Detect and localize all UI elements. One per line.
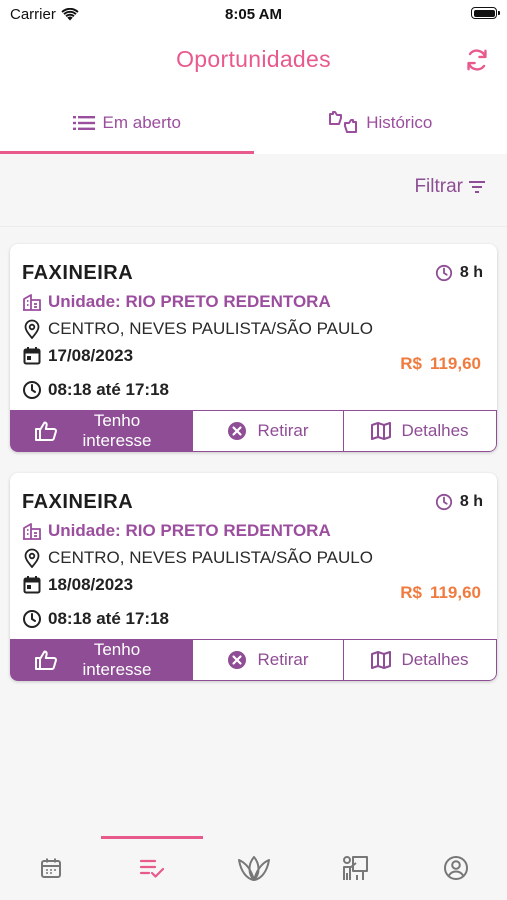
details-button[interactable]: Detalhes [344,410,497,452]
price: R$ 119,60 [400,583,481,603]
time-row: 08:18 até 17:18 [22,380,483,400]
tab-historico-label: Histórico [366,113,433,132]
thumbs-up-icon [35,650,57,670]
calendar-icon [23,347,41,365]
date-text: 18/08/2023 [48,575,134,594]
tab-bar: Em aberto Histórico [0,92,507,154]
filter-bar: Filtrar [0,154,507,227]
opportunity-card: FAXINEIRA 8 h Unidade: RIO PRETO REDENTO… [10,473,497,681]
status-bar: Carrier 8:05 AM [0,0,507,28]
interest-label: Tenho interesse [82,411,152,450]
clock: 8:05 AM [225,6,282,23]
details-button[interactable]: Detalhes [344,639,497,681]
tab-em-aberto-label: Em aberto [102,113,181,132]
card-actions: Tenho interesse Retirar Detalhes [10,639,497,681]
clock-icon [435,493,452,511]
nav-item-opportunities[interactable] [101,836,204,900]
map-icon [371,651,392,669]
details-label: Detalhes [401,650,469,669]
nav-item-calendar[interactable] [0,836,101,900]
duration: 8 h [435,493,483,511]
location-text: CENTRO, NEVES PAULISTA/SÃO PAULO [48,548,373,567]
location-pin-icon [24,319,40,339]
card-body: FAXINEIRA 8 h Unidade: RIO PRETO REDENTO… [10,244,497,410]
building-icon [23,523,41,540]
card-body: FAXINEIRA 8 h Unidade: RIO PRETO REDENTO… [10,473,497,639]
clock-icon [23,610,41,628]
remove-button[interactable]: Retirar [192,410,344,452]
calendar-icon [23,576,41,594]
duration-label: 8 h [459,264,483,281]
map-icon [371,422,392,440]
details-label: Detalhes [401,421,469,440]
time-text: 08:18 até 17:18 [48,609,169,628]
price-currency: R$ [400,583,422,602]
filter-icon [469,181,485,193]
battery-icon [471,7,500,19]
lotus-icon [237,856,270,881]
nav-item-training[interactable] [304,836,405,900]
interest-button[interactable]: Tenho interesse [10,410,192,452]
app-header: Oportunidades [0,28,507,92]
price: R$ 119,60 [400,354,481,374]
opportunity-list: FAXINEIRA 8 h Unidade: RIO PRETO REDENTO… [0,227,507,681]
handshake-icon [329,111,358,133]
job-title: FAXINEIRA [22,491,134,513]
list-icon [72,116,95,130]
duration-label: 8 h [459,493,483,510]
bottom-nav [0,836,507,900]
tab-em-aberto[interactable]: Em aberto [0,92,254,154]
job-title: FAXINEIRA [22,262,134,284]
thumbs-up-icon [35,421,57,441]
price-amount: 119,60 [429,354,481,373]
price-amount: 119,60 [429,583,481,602]
unit-row: Unidade: RIO PRETO REDENTORA [22,521,483,541]
location-row: CENTRO, NEVES PAULISTA/SÃO PAULO [22,319,483,339]
building-icon [23,294,41,311]
presenter-icon [342,856,368,880]
clock-icon [23,381,41,399]
close-circle-icon [228,422,247,440]
nav-item-lotus[interactable] [203,836,304,900]
profile-icon [444,856,469,880]
location-text: CENTRO, NEVES PAULISTA/SÃO PAULO [48,319,373,338]
remove-button[interactable]: Retirar [192,639,344,681]
interest-label: Tenho interesse [82,640,152,679]
clock-icon [435,264,452,282]
remove-label: Retirar [257,421,309,440]
date-text: 17/08/2023 [48,346,134,365]
unit-name: Unidade: RIO PRETO REDENTORA [48,521,331,540]
refresh-icon[interactable] [464,47,490,73]
time-row: 08:18 até 17:18 [22,609,483,629]
filter-button[interactable]: Filtrar [414,176,485,198]
price-currency: R$ [400,354,422,373]
location-row: CENTRO, NEVES PAULISTA/SÃO PAULO [22,548,483,568]
card-actions: Tenho interesse Retirar Detalhes [10,410,497,452]
unit-name: Unidade: RIO PRETO REDENTORA [48,292,331,311]
page-title: Oportunidades [176,46,331,72]
location-pin-icon [24,548,40,568]
interest-button[interactable]: Tenho interesse [10,639,192,681]
tab-historico[interactable]: Histórico [254,92,507,154]
nav-item-profile[interactable] [406,836,507,900]
checklist-icon [140,859,165,878]
calendar-icon [40,858,61,878]
filter-label: Filtrar [414,176,463,197]
remove-label: Retirar [257,650,309,669]
unit-row: Unidade: RIO PRETO REDENTORA [22,292,483,312]
duration: 8 h [435,264,483,282]
opportunity-card: FAXINEIRA 8 h Unidade: RIO PRETO REDENTO… [10,244,497,452]
close-circle-icon [228,651,247,669]
time-text: 08:18 até 17:18 [48,380,169,399]
